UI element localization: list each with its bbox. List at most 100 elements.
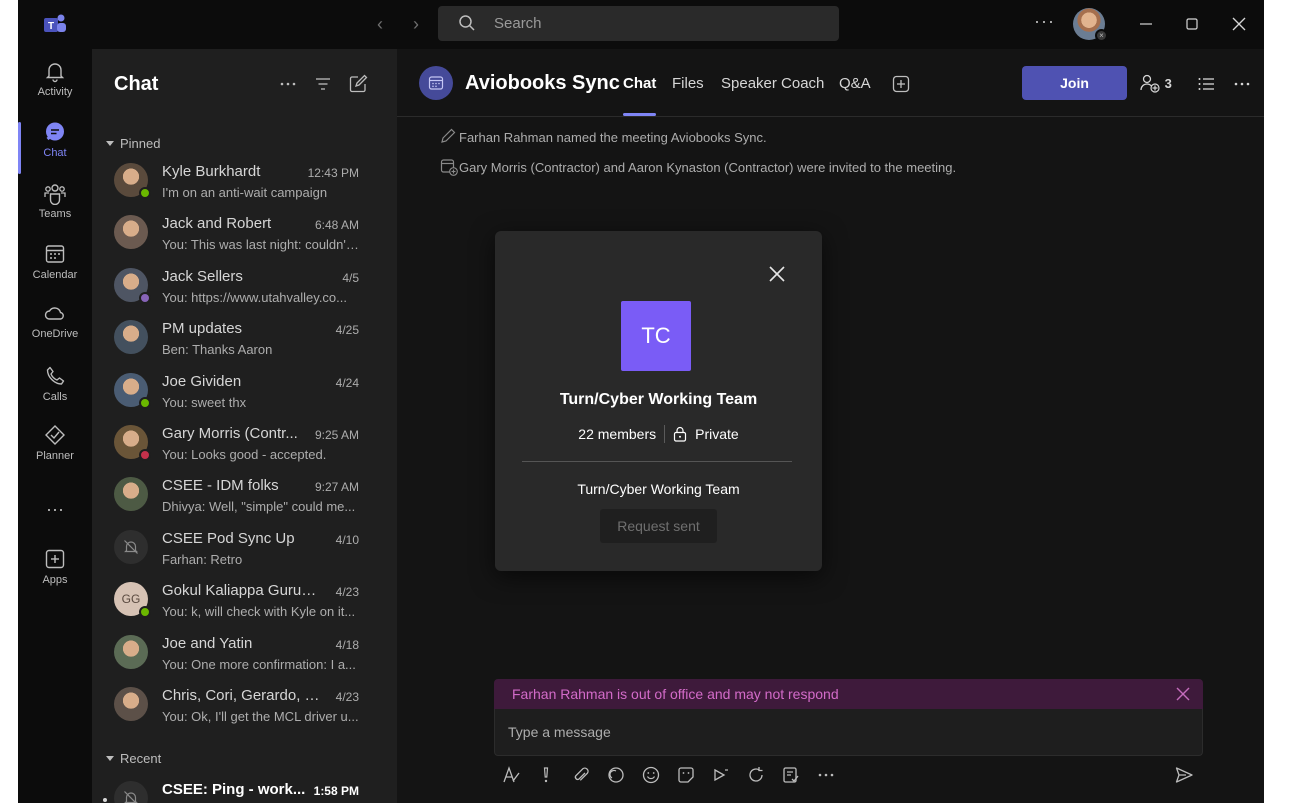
muted-bell-icon (124, 539, 138, 554)
rail-teams[interactable]: Teams (18, 181, 92, 239)
maximize-icon[interactable] (1180, 12, 1204, 36)
chat-name: Jack Sellers (162, 267, 243, 285)
chat-list-item[interactable]: Kyle Burkhardt 12:43 PM I'm on an anti-wai… (92, 157, 397, 209)
important-icon[interactable] (536, 765, 556, 785)
loop-icon[interactable] (606, 765, 626, 785)
avatar: GG (114, 582, 151, 619)
chat-list-item[interactable]: CSEE - IDM folks 9:27 AM Dhivya: Well, "si… (92, 471, 397, 523)
approvals-icon[interactable] (781, 765, 801, 785)
more-options-icon[interactable] (277, 73, 299, 95)
send-icon[interactable] (1174, 765, 1194, 785)
add-apps-icon (45, 549, 65, 569)
presence-status-icon (139, 291, 151, 304)
chat-list-item[interactable]: Chris, Cori, Gerardo, +5 4/23 You: Ok, I'l… (92, 681, 397, 733)
pinned-section-header[interactable]: Pinned (106, 136, 160, 151)
rail-onedrive[interactable]: OneDrive (18, 301, 92, 359)
chat-list-item[interactable]: GG Gokul Kaliappa Gurus... 4/23 You: k, wil… (92, 576, 397, 628)
rail-label-activity: Activity (37, 86, 73, 98)
recent-label: Recent (120, 751, 162, 766)
dismiss-icon[interactable] (1175, 686, 1191, 702)
forward-arrow-icon[interactable]: › (406, 14, 426, 34)
tab-qa[interactable]: Q&A (839, 75, 871, 92)
message-input[interactable] (508, 721, 1188, 743)
avatar (114, 320, 148, 355)
collapse-caret-icon (106, 141, 114, 146)
rail-label-calls: Calls (42, 391, 68, 403)
chat-list-item[interactable]: CSEE: Ping - work... 1:58 PM (92, 775, 397, 803)
unread-dot (103, 798, 107, 802)
recent-section-header[interactable]: Recent (106, 751, 161, 766)
chat-name: Joe Gividen (162, 372, 242, 390)
back-arrow-icon[interactable]: ‹ (370, 14, 390, 34)
profile-avatar[interactable]: × (1073, 8, 1108, 42)
participants-button[interactable]: 3 (1139, 73, 1172, 95)
close-window-icon[interactable] (1227, 12, 1251, 36)
add-tab-icon[interactable] (891, 74, 911, 94)
chat-list-item[interactable]: Joe Gividen 4/24 You: sweet thx (92, 367, 397, 419)
rail-calendar[interactable]: Calendar (18, 242, 92, 300)
meeting-title: Aviobooks Sync (465, 72, 620, 94)
divider (522, 461, 792, 462)
tab-speaker-coach[interactable]: Speaker Coach (721, 75, 824, 92)
close-icon[interactable] (767, 264, 787, 284)
presence-status-icon (139, 187, 151, 199)
chat-list-item[interactable]: Gary Morris (Contr... 9:25 AM You: Looks g… (92, 419, 397, 471)
chat-list-item[interactable]: PM updates 4/25 Ben: Thanks Aaron (92, 314, 397, 366)
tab-files[interactable]: Files (672, 75, 704, 92)
search-box[interactable] (438, 6, 839, 41)
rail-chat[interactable]: Chat (18, 120, 92, 178)
meeting-notes-list-icon[interactable] (1196, 74, 1216, 94)
tab-chat[interactable]: Chat (623, 75, 656, 92)
chat-time: 4/18 (335, 637, 359, 652)
chat-list-item[interactable]: Jack and Robert 6:48 AM You: This was last… (92, 209, 397, 261)
rail-planner[interactable]: Planner (18, 423, 92, 481)
more-options-icon[interactable] (816, 765, 836, 785)
rail-label-onedrive: OneDrive (31, 328, 79, 340)
collapse-caret-icon (106, 756, 114, 761)
team-name-secondary: Turn/Cyber Working Team (577, 481, 740, 497)
compose-box (494, 709, 1203, 756)
schedule-meeting-icon[interactable] (711, 765, 731, 785)
rail-more-apps-button[interactable]: ··· (18, 499, 92, 523)
teams-window: T ‹ › ··· × Activi (18, 0, 1264, 803)
chat-preview: Ben: Thanks Aaron (162, 342, 273, 358)
chat-name: Jack and Robert (162, 215, 272, 233)
chat-list-item[interactable]: CSEE Pod Sync Up 4/10 Farhan: Retro (92, 524, 397, 576)
chat-preview: I'm on an anti-wait campaign (162, 185, 328, 200)
search-input[interactable] (494, 6, 814, 41)
more-options-button[interactable]: ··· (1034, 11, 1055, 32)
new-chat-icon[interactable] (347, 73, 369, 95)
rail-activity[interactable]: Activity (18, 59, 92, 117)
chat-time: 1:58 PM (313, 784, 359, 798)
rail-apps[interactable]: Apps (18, 547, 92, 605)
more-options-icon[interactable] (1232, 74, 1252, 94)
praise-icon[interactable] (746, 765, 766, 785)
presence-status-icon (139, 606, 151, 619)
attach-icon[interactable] (571, 765, 591, 785)
chat-list-item[interactable]: Jack Sellers 4/5 You: https://www.utahvall… (92, 262, 397, 314)
rail-calls[interactable]: Calls (18, 364, 92, 422)
chat-time: 6:48 AM (314, 218, 359, 233)
meeting-avatar (419, 66, 453, 100)
minimize-icon[interactable] (1134, 12, 1158, 36)
filter-icon[interactable] (312, 73, 334, 95)
rail-label-calendar: Calendar (32, 269, 78, 281)
emoji-icon[interactable] (641, 765, 661, 785)
chat-list-pane: Chat Pinned Kyle Burkhardt 12:43 PM I'm on… (92, 49, 397, 803)
rail-label-chat: Chat (43, 147, 67, 159)
chat-name: Kyle Burkhardt (162, 163, 261, 180)
chat-time: 4/23 (335, 585, 359, 600)
chat-name: CSEE - IDM folks (162, 477, 279, 495)
avatar (114, 781, 148, 803)
sticker-icon[interactable] (676, 765, 696, 785)
chat-time: 12:43 PM (307, 166, 359, 180)
app-rail: Activity Chat Teams Calendar OneDrive Ca… (18, 49, 92, 803)
request-sent-button: Request sent (600, 509, 717, 543)
join-button[interactable]: Join (1022, 66, 1127, 100)
rail-label-planner: Planner (36, 450, 74, 462)
team-card-dialog: TC Turn/Cyber Working Team 22 members Pri… (495, 231, 822, 571)
chat-name: Joe and Yatin (162, 634, 253, 652)
chat-list-item[interactable]: Joe and Yatin 4/18 You: One more confirmat… (92, 629, 397, 681)
format-icon[interactable] (501, 765, 521, 785)
meeting-chat-area: Aviobooks Sync Chat Files Speaker Coach … (397, 49, 1264, 803)
